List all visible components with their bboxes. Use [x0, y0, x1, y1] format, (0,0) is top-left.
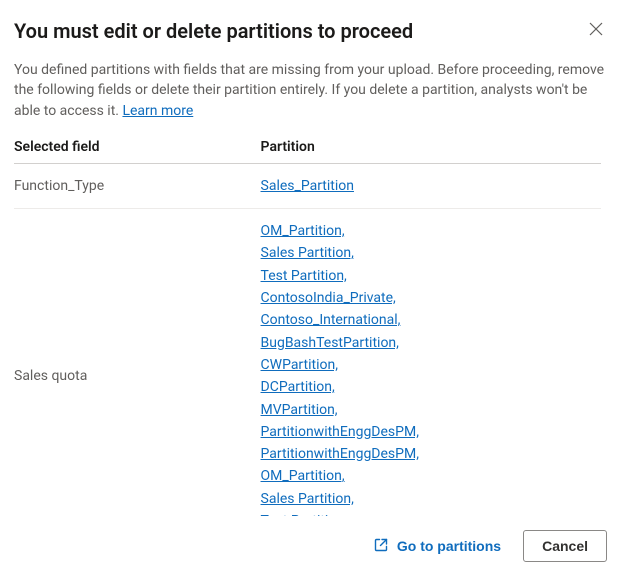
partition-link[interactable]: Sales Partition,: [261, 243, 354, 263]
partition-table: Selected field Partition Function_TypeSa…: [14, 139, 601, 516]
field-cell: Function_Type: [14, 163, 261, 208]
partitions-cell: Sales_Partition: [261, 163, 601, 208]
table-row: Sales quotaOM_Partition,Sales Partition,…: [14, 209, 601, 516]
partition-list: OM_Partition,Sales Partition,Test Partit…: [261, 221, 593, 516]
column-header-partition: Partition: [261, 139, 601, 164]
partition-link[interactable]: MVPartition,: [261, 400, 338, 420]
partition-link[interactable]: BugBashTestPartition,: [261, 333, 399, 353]
partition-link[interactable]: PartitionwithEnggDesPM,: [261, 422, 419, 442]
column-header-field: Selected field: [14, 139, 261, 164]
partition-link[interactable]: CWPartition,: [261, 355, 338, 375]
go-to-partitions-button[interactable]: Go to partitions: [369, 531, 505, 562]
external-link-icon: [373, 537, 389, 556]
partition-link[interactable]: PartitionwithEnggDesPM,: [261, 444, 419, 464]
partition-link[interactable]: DCPartition,: [261, 377, 335, 397]
dialog-header: You must edit or delete partitions to pr…: [14, 18, 607, 44]
learn-more-link[interactable]: Learn more: [122, 103, 193, 119]
partitions-cell: OM_Partition,Sales Partition,Test Partit…: [261, 209, 601, 516]
partition-link[interactable]: OM_Partition,: [261, 221, 345, 241]
partition-link[interactable]: Sales_Partition: [261, 176, 354, 196]
field-cell: Sales quota: [14, 209, 261, 516]
partition-link[interactable]: ContosoIndia_Private,: [261, 288, 396, 308]
partition-link[interactable]: OM_Partition,: [261, 466, 345, 486]
close-icon: [589, 24, 603, 39]
table-row: Function_TypeSales_Partition: [14, 163, 601, 208]
partition-link[interactable]: Sales Partition,: [261, 489, 354, 509]
partition-table-scroll[interactable]: Selected field Partition Function_TypeSa…: [14, 139, 607, 516]
close-button[interactable]: [585, 18, 607, 40]
partition-link[interactable]: Contoso_International,: [261, 310, 401, 330]
partition-list: Sales_Partition: [261, 176, 593, 196]
partition-link[interactable]: Test Partition,: [261, 266, 347, 286]
dialog-description: You defined partitions with fields that …: [14, 60, 607, 121]
description-text: You defined partitions with fields that …: [14, 62, 604, 119]
go-to-partitions-label: Go to partitions: [397, 538, 501, 554]
dialog-footer: Go to partitions Cancel: [14, 516, 607, 562]
dialog-title: You must edit or delete partitions to pr…: [14, 18, 413, 44]
partition-warning-dialog: You must edit or delete partitions to pr…: [0, 0, 623, 576]
cancel-button[interactable]: Cancel: [523, 530, 607, 562]
